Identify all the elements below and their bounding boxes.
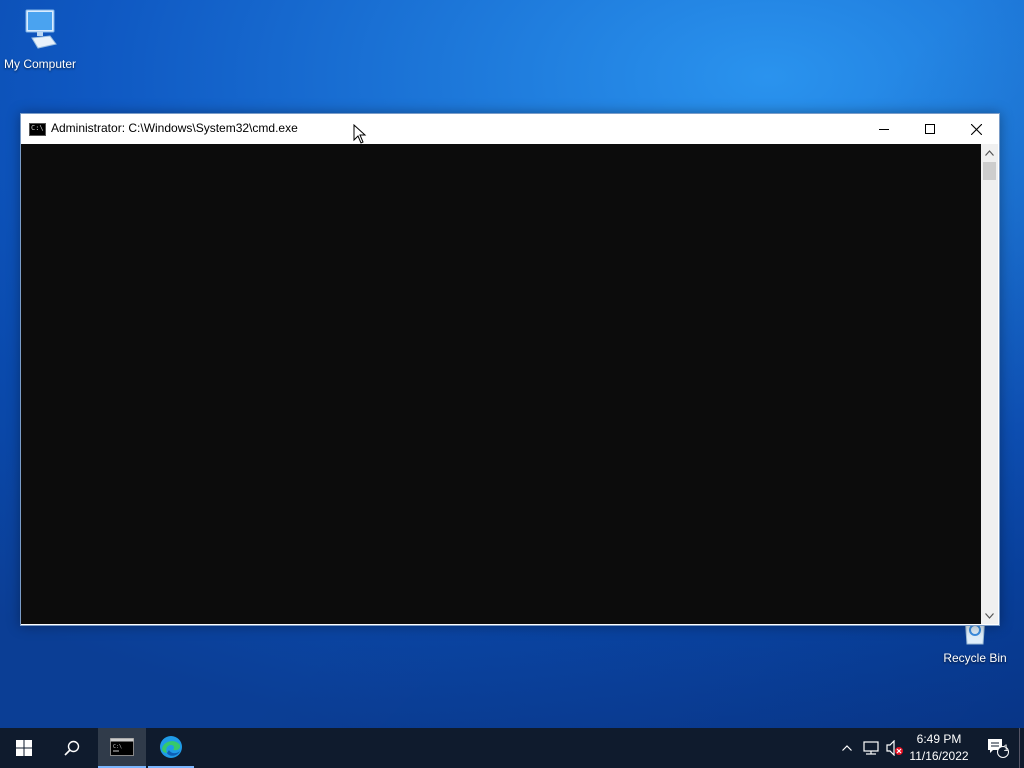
search-button[interactable]: [48, 728, 96, 768]
cmd-icon: C:\: [110, 738, 134, 756]
console-output-area[interactable]: [21, 144, 981, 624]
show-hidden-icons-button[interactable]: [838, 728, 856, 768]
window-titlebar[interactable]: C:\ Administrator: C:\Windows\System32\c…: [21, 114, 999, 144]
clock-time: 6:49 PM: [916, 732, 962, 746]
desktop-icon-label: Recycle Bin: [943, 651, 1007, 665]
volume-muted-icon: [886, 740, 903, 756]
cmd-window-icon: C:\: [29, 123, 46, 136]
windows-logo-icon: [16, 740, 32, 756]
cmd-icon-text: C:\: [31, 124, 44, 132]
close-icon: [970, 123, 982, 135]
minimize-button[interactable]: [861, 114, 907, 144]
mouse-pointer-icon: [353, 124, 367, 144]
volume-tray-button[interactable]: [884, 728, 906, 768]
vertical-scrollbar[interactable]: [981, 144, 998, 624]
close-button[interactable]: [953, 114, 999, 144]
desktop-icon-label: My Computer: [3, 57, 77, 71]
start-button[interactable]: [0, 728, 48, 768]
cmd-window[interactable]: C:\ Administrator: C:\Windows\System32\c…: [20, 113, 1000, 626]
minimize-icon: [879, 129, 889, 130]
window-title: Administrator: C:\Windows\System32\cmd.e…: [51, 121, 298, 135]
desktop-icon-my-computer[interactable]: My Computer: [0, 8, 80, 71]
network-tray-button[interactable]: [860, 728, 882, 768]
maximize-button[interactable]: [907, 114, 953, 144]
notification-count-badge: 1: [1003, 743, 1009, 753]
search-icon: [64, 740, 80, 756]
taskbar-app-cmd[interactable]: C:\: [98, 728, 146, 768]
svg-text:C:\: C:\: [113, 744, 122, 750]
clock-date: 11/16/2022: [909, 749, 969, 763]
edge-icon: [160, 736, 182, 758]
taskbar: C:\ 6:49 PM 11/16/2022 1: [0, 728, 1024, 768]
computer-icon: [25, 9, 57, 49]
taskbar-app-edge[interactable]: [148, 728, 194, 768]
chevron-up-icon: [842, 745, 852, 751]
show-desktop-button[interactable]: [1019, 728, 1020, 768]
scrollbar-thumb[interactable]: [983, 162, 996, 180]
scroll-up-arrow-icon[interactable]: [981, 144, 998, 161]
action-center-button[interactable]: 1: [978, 728, 1018, 768]
maximize-icon: [925, 124, 935, 134]
scroll-down-arrow-icon[interactable]: [981, 607, 998, 624]
taskbar-clock[interactable]: 6:49 PM 11/16/2022: [904, 731, 974, 765]
network-icon: [863, 741, 879, 755]
